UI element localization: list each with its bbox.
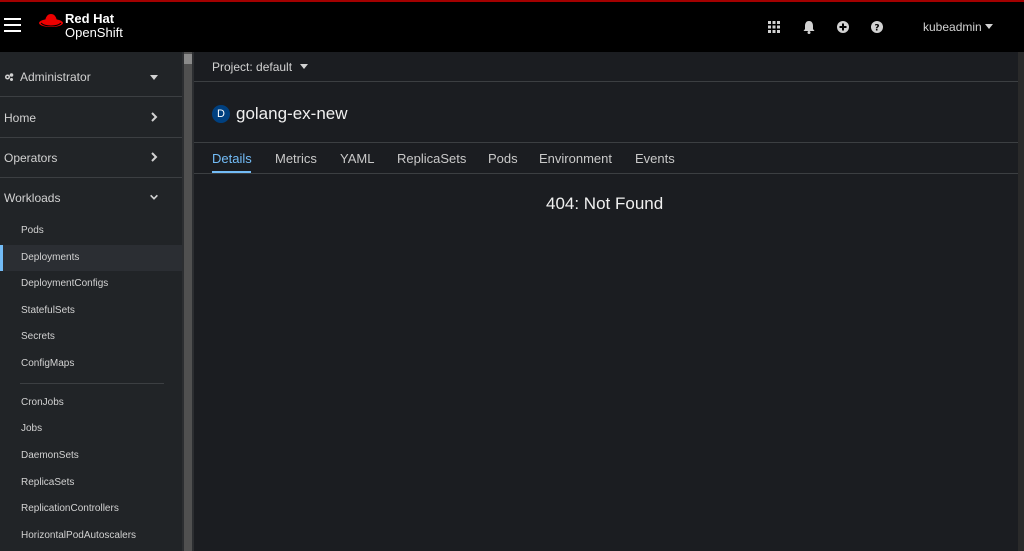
perspective-switcher[interactable]: Administrator	[0, 57, 182, 97]
caret-down-icon	[300, 64, 309, 69]
sidebar-item-statefulsets[interactable]: StatefulSets	[0, 298, 182, 324]
svg-text:?: ?	[874, 24, 879, 34]
window-edge	[1018, 52, 1024, 551]
sidebar-item-deployments[interactable]: Deployments	[0, 245, 182, 271]
tab-yaml[interactable]: YAML	[340, 151, 374, 166]
redhat-logo-icon	[39, 14, 63, 27]
page-title: golang-ex-new	[236, 104, 348, 123]
sidebar-section-home[interactable]: Home	[0, 98, 182, 138]
chevron-right-icon	[151, 152, 158, 162]
sidebar-item-replicationcontrollers[interactable]: ReplicationControllers	[0, 496, 182, 522]
masthead: Red Hat OpenShift ? kubeadmin	[0, 0, 1024, 52]
sidebar-section-operators[interactable]: Operators	[0, 138, 182, 178]
cogs-icon	[5, 72, 14, 81]
tab-replicasets[interactable]: ReplicaSets	[397, 151, 466, 166]
caret-down-icon	[150, 75, 158, 80]
username: kubeadmin	[923, 20, 982, 34]
sidebar-item-replicasets[interactable]: ReplicaSets	[0, 470, 182, 496]
scrollbar-thumb[interactable]	[184, 52, 192, 551]
plus-circle-icon[interactable]	[836, 20, 850, 34]
resource-badge: D	[212, 105, 230, 123]
help-icon[interactable]: ?	[870, 20, 884, 34]
tab-pods[interactable]: Pods	[488, 151, 518, 166]
sidebar-scrollbar[interactable]	[182, 52, 194, 551]
tab-environment[interactable]: Environment	[539, 151, 612, 166]
project-bar: Project: default	[194, 52, 1018, 82]
error-message: 404: Not Found	[546, 194, 664, 213]
sidebar-section-label: Home	[4, 110, 37, 125]
product-name: OpenShift	[65, 25, 123, 40]
page-heading: D golang-ex-new	[212, 104, 348, 124]
chevron-down-icon	[150, 194, 158, 200]
scrollbar-thumb-top	[184, 54, 192, 64]
chevron-right-icon	[151, 112, 158, 122]
tab-bar: Details Metrics YAML ReplicaSets Pods En…	[194, 142, 1018, 174]
project-selector[interactable]: Project: default	[212, 60, 309, 74]
sidebar-item-daemonsets[interactable]: DaemonSets	[0, 443, 182, 469]
tab-metrics[interactable]: Metrics	[275, 151, 317, 166]
active-tab-indicator	[212, 171, 251, 173]
brand-logo[interactable]: Red Hat OpenShift	[38, 12, 123, 40]
bell-icon[interactable]	[802, 20, 816, 34]
brand-name: Red Hat	[65, 11, 115, 26]
sidebar-item-deploymentconfigs[interactable]: DeploymentConfigs	[0, 271, 182, 297]
main-content: Project: default D golang-ex-new Details…	[194, 52, 1018, 551]
sidebar-item-configmaps[interactable]: ConfigMaps	[0, 351, 182, 377]
hamburger-menu-icon[interactable]	[4, 18, 21, 34]
sidebar-item-secrets[interactable]: Secrets	[0, 324, 182, 350]
sidebar: Administrator Home Operators Workloads P…	[0, 52, 182, 551]
tab-events[interactable]: Events	[635, 151, 675, 166]
perspective-label: Administrator	[20, 69, 91, 84]
caret-down-icon	[984, 24, 993, 29]
apps-grid-icon[interactable]	[767, 20, 781, 34]
sidebar-section-label: Workloads	[4, 191, 61, 205]
sidebar-item-horizontalpodautoscalers[interactable]: HorizontalPodAutoscalers	[0, 523, 182, 549]
tab-details[interactable]: Details	[212, 151, 252, 166]
project-label: Project: default	[212, 60, 293, 74]
sidebar-item-pods[interactable]: Pods	[0, 218, 182, 244]
sidebar-section-label: Operators	[4, 150, 58, 165]
sidebar-section-workloads[interactable]: Workloads	[0, 178, 182, 218]
sidebar-item-jobs[interactable]: Jobs	[0, 416, 182, 442]
sidebar-item-cronjobs[interactable]: CronJobs	[0, 390, 182, 416]
user-menu[interactable]: kubeadmin	[923, 20, 993, 34]
sidebar-divider	[20, 383, 164, 384]
